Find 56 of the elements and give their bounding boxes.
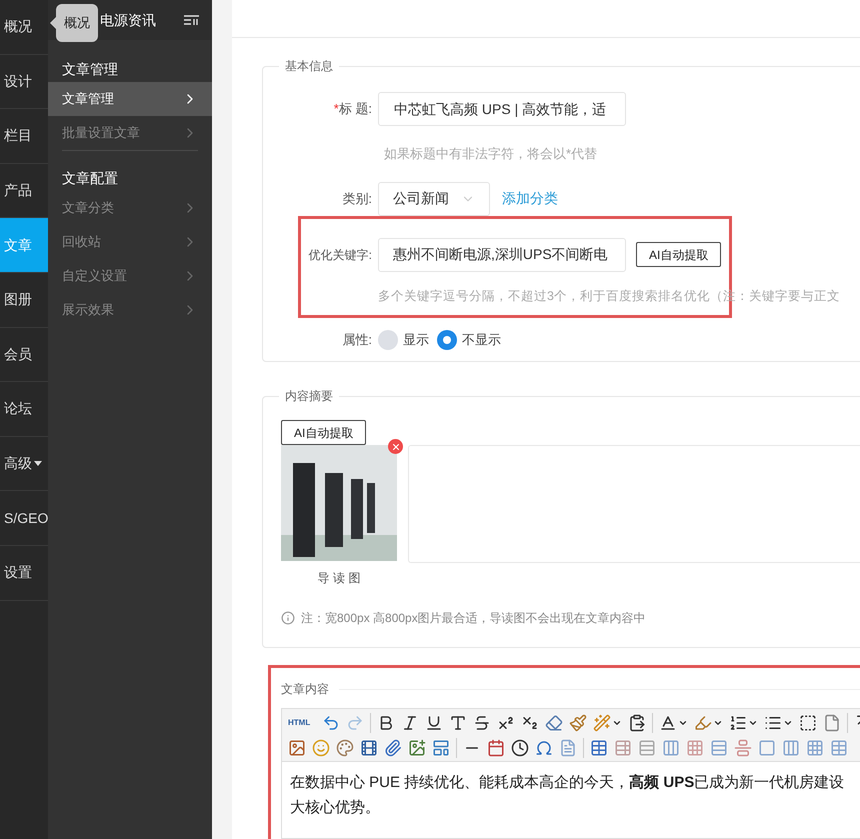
attachment-icon[interactable]: [384, 738, 402, 756]
site-title: 电源资讯: [100, 10, 156, 30]
section-legend: 内容摘要: [279, 387, 339, 405]
info-icon: [281, 611, 295, 625]
image-icon[interactable]: [288, 738, 306, 756]
eraser-icon[interactable]: [545, 714, 564, 732]
menu-group-heading: 文章管理: [61, 60, 119, 78]
word-doc-icon[interactable]: [559, 738, 577, 756]
paste-icon[interactable]: [628, 714, 646, 732]
required-mark: *: [334, 100, 339, 118]
editor-text-line: 在数据中心 PUE 持续优化、能耗成本高企的今天，高频 UPS已成为新一代机房建设: [290, 773, 846, 793]
underline-icon[interactable]: [425, 714, 444, 732]
clock-icon[interactable]: [511, 738, 529, 756]
section-legend: 文章内容: [281, 680, 329, 698]
field-label: 标 题:: [338, 100, 372, 118]
template-icon[interactable]: [432, 738, 450, 756]
tooltip: 概况: [56, 4, 98, 42]
ai-extract-button[interactable]: AI自动提取: [281, 420, 366, 445]
collapse-menu-icon[interactable]: [183, 14, 200, 26]
field-label: 优化关键字:: [308, 246, 372, 264]
radio-button[interactable]: [437, 330, 457, 350]
video-icon[interactable]: [360, 738, 378, 756]
field-hint: 如果标题中有非法字符，将会以*代替: [384, 145, 598, 163]
sidebar-item[interactable]: 文章管理: [48, 82, 212, 116]
field-label: 类别:: [341, 190, 372, 208]
sidebar-item[interactable]: 展示效果: [62, 293, 198, 327]
image-caption: 导 读 图: [318, 570, 360, 587]
omega-icon[interactable]: [535, 738, 553, 756]
table-icon[interactable]: [590, 738, 608, 756]
ai-extract-button[interactable]: AI自动提取: [636, 242, 722, 267]
text-box-icon[interactable]: [449, 714, 468, 732]
radio-option[interactable]: 显示: [378, 330, 429, 350]
undo-icon[interactable]: [322, 714, 340, 732]
sidebar-item[interactable]: 批量设置文章: [48, 116, 212, 150]
field-label: 属性:: [341, 330, 372, 349]
font-color-icon[interactable]: [659, 714, 678, 732]
radio-button[interactable]: [378, 330, 398, 350]
keywords-input[interactable]: 惠州不间断电源,深圳UPS不间断电: [378, 238, 626, 272]
strikethrough-icon[interactable]: [473, 714, 492, 732]
sidebar-item[interactable]: 回收站: [62, 225, 198, 259]
calendar-icon[interactable]: [487, 738, 505, 756]
sidebar-item[interactable]: 自定义设置: [62, 259, 198, 293]
section-legend: 基本信息: [279, 57, 339, 75]
image-note: 注：宽800px 高800px图片最合适，导读图不会出现在文章内容中: [301, 610, 646, 627]
editor-text-line: 大核心优势。: [290, 798, 381, 818]
html-button[interactable]: HTML: [288, 716, 310, 728]
palette-icon[interactable]: [336, 738, 354, 756]
ordered-list-icon[interactable]: [729, 714, 748, 732]
page-icon[interactable]: [823, 714, 842, 732]
brush-icon[interactable]: [569, 714, 588, 732]
menu-group-heading: 文章配置: [62, 168, 119, 188]
sidebar-item[interactable]: 文章分类: [62, 191, 198, 225]
category-select[interactable]: 公司新闻: [378, 182, 490, 216]
picture-icon[interactable]: [408, 738, 426, 756]
radio-option[interactable]: 不显示: [437, 330, 501, 350]
title-input[interactable]: 中芯虹飞高频 UPS | 高效节能，适: [378, 92, 626, 126]
